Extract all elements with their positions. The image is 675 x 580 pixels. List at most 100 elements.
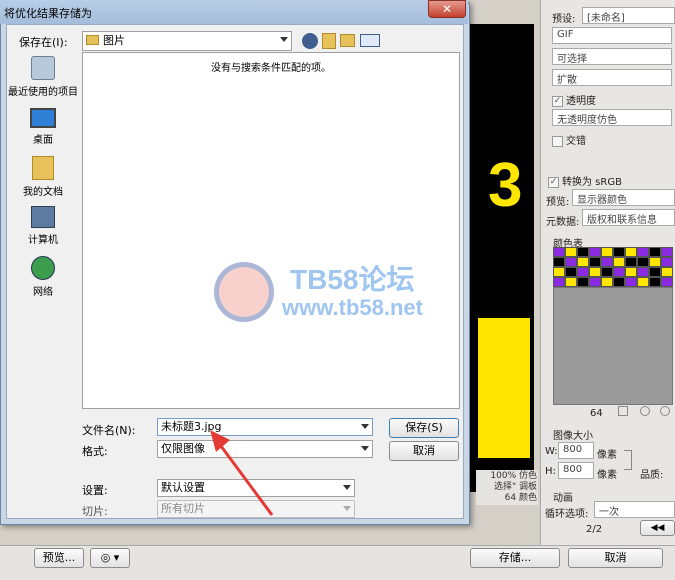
save-in-label: 保存在(I): [19, 36, 68, 49]
documents-icon [32, 156, 54, 180]
color-swatch[interactable] [613, 257, 625, 267]
dialog-title: 将优化结果存储为 [4, 7, 92, 20]
watermark-text: TB58论坛 [290, 264, 415, 295]
folder-icon [86, 35, 99, 45]
color-swatch[interactable] [577, 267, 589, 277]
color-swatch[interactable] [601, 257, 613, 267]
preset-select[interactable]: [未命名] [582, 7, 675, 24]
browser-icon: ◎ ▾ [100, 551, 120, 564]
color-swatch[interactable] [637, 257, 649, 267]
height-unit: 像素 [597, 470, 617, 481]
view-menu-icon[interactable] [360, 34, 380, 47]
color-swatch[interactable] [589, 257, 601, 267]
close-button[interactable]: ✕ [428, 0, 466, 18]
color-swatch[interactable] [577, 257, 589, 267]
empty-message: 没有与搜索条件匹配的项。 [211, 63, 331, 74]
settings-label: 设置: [82, 484, 108, 497]
color-swatch[interactable] [637, 247, 649, 257]
cancel-button[interactable]: 取消 [389, 441, 459, 461]
file-list[interactable]: 没有与搜索条件匹配的项。 [82, 52, 460, 409]
back-icon[interactable] [302, 33, 318, 49]
animation-label: 动画 [553, 493, 573, 504]
color-swatch[interactable] [553, 277, 565, 287]
color-swatch[interactable] [553, 267, 565, 277]
preview-select[interactable]: 显示器颜色 [572, 189, 675, 206]
color-swatch[interactable] [601, 277, 613, 287]
preview-label: 预览: [546, 197, 570, 208]
color-table[interactable] [553, 247, 673, 287]
lock-color-icon[interactable] [660, 406, 670, 416]
place-network[interactable]: 网络 [6, 256, 80, 298]
height-label: H: [545, 466, 556, 477]
color-count: 64 [590, 408, 603, 419]
place-documents[interactable]: 我的文档 [6, 156, 80, 198]
convert-srgb-checkbox[interactable]: ✓ 转换为 sRGB [548, 173, 622, 188]
recent-icon [31, 56, 55, 80]
canvas-info: 100% 仿色 选择" 调板 64 颜色 [476, 470, 538, 505]
filename-label: 文件名(N): [82, 424, 136, 437]
format-select[interactable]: GIF [552, 27, 672, 44]
browser-select-button[interactable]: ◎ ▾ [90, 548, 130, 568]
place-computer[interactable]: 计算机 [6, 206, 80, 246]
color-swatch[interactable] [637, 267, 649, 277]
up-folder-icon[interactable] [322, 33, 336, 49]
color-swatch[interactable] [649, 257, 661, 267]
annotation-arrow [210, 430, 274, 516]
color-swatch[interactable] [625, 267, 637, 277]
color-swatch[interactable] [601, 247, 613, 257]
prev-frame-button[interactable]: ◀◀ [640, 520, 675, 536]
color-swatch[interactable] [565, 267, 577, 277]
transparency-dither-select[interactable]: 无透明度仿色 [552, 109, 672, 126]
frame-counter: 2/2 [586, 524, 603, 535]
place-desktop[interactable]: 桌面 [6, 108, 80, 146]
preview-button[interactable]: 预览... [34, 548, 84, 568]
color-swatch[interactable] [565, 247, 577, 257]
color-swatch[interactable] [637, 277, 649, 287]
transparency-checkbox[interactable]: ✓ 透明度 [552, 92, 596, 107]
color-swatch[interactable] [625, 277, 637, 287]
color-swatch[interactable] [661, 267, 673, 277]
dither-select[interactable]: 扩散 [552, 69, 672, 86]
color-swatch[interactable] [625, 257, 637, 267]
save-button[interactable]: 保存(S) [389, 418, 459, 438]
loop-select[interactable]: 一次 [594, 501, 675, 518]
web-snap-icon[interactable] [640, 406, 650, 416]
color-swatch[interactable] [553, 257, 565, 267]
color-swatch[interactable] [577, 247, 589, 257]
metadata-label: 元数据: [546, 217, 580, 228]
slices-label: 切片: [82, 505, 108, 518]
new-folder-icon[interactable] [340, 34, 355, 47]
color-swatch[interactable] [661, 257, 673, 267]
color-swatch[interactable] [589, 247, 601, 257]
cancel-bottom-button[interactable]: 取消 [568, 548, 663, 568]
color-swatch[interactable] [553, 247, 565, 257]
store-button[interactable]: 存储... [470, 548, 560, 568]
color-swatch[interactable] [613, 247, 625, 257]
color-swatch[interactable] [577, 277, 589, 287]
width-input[interactable]: 800 [558, 442, 594, 459]
color-swatch[interactable] [565, 257, 577, 267]
link-icon[interactable] [624, 450, 632, 470]
color-swatch[interactable] [565, 277, 577, 287]
color-swatch[interactable] [661, 277, 673, 287]
color-swatch[interactable] [625, 247, 637, 257]
color-swatch[interactable] [661, 247, 673, 257]
map-icon[interactable] [618, 406, 628, 416]
color-swatch[interactable] [649, 247, 661, 257]
color-swatch[interactable] [649, 277, 661, 287]
color-swatch[interactable] [613, 277, 625, 287]
place-recent[interactable]: 最近使用的项目 [6, 56, 80, 98]
color-swatch[interactable] [613, 267, 625, 277]
chevron-down-icon [361, 446, 369, 451]
color-swatch[interactable] [589, 267, 601, 277]
metadata-select[interactable]: 版权和联系信息 [582, 209, 675, 226]
save-in-select[interactable]: 图片 [82, 31, 292, 51]
chevron-down-icon [361, 424, 369, 429]
color-swatch[interactable] [601, 267, 613, 277]
height-input[interactable]: 800 [558, 462, 594, 479]
color-swatch[interactable] [589, 277, 601, 287]
color-swatch[interactable] [649, 267, 661, 277]
interlaced-checkbox[interactable]: 交错 [552, 132, 586, 147]
reduction-select[interactable]: 可选择 [552, 48, 672, 65]
chevron-down-icon [343, 485, 351, 490]
